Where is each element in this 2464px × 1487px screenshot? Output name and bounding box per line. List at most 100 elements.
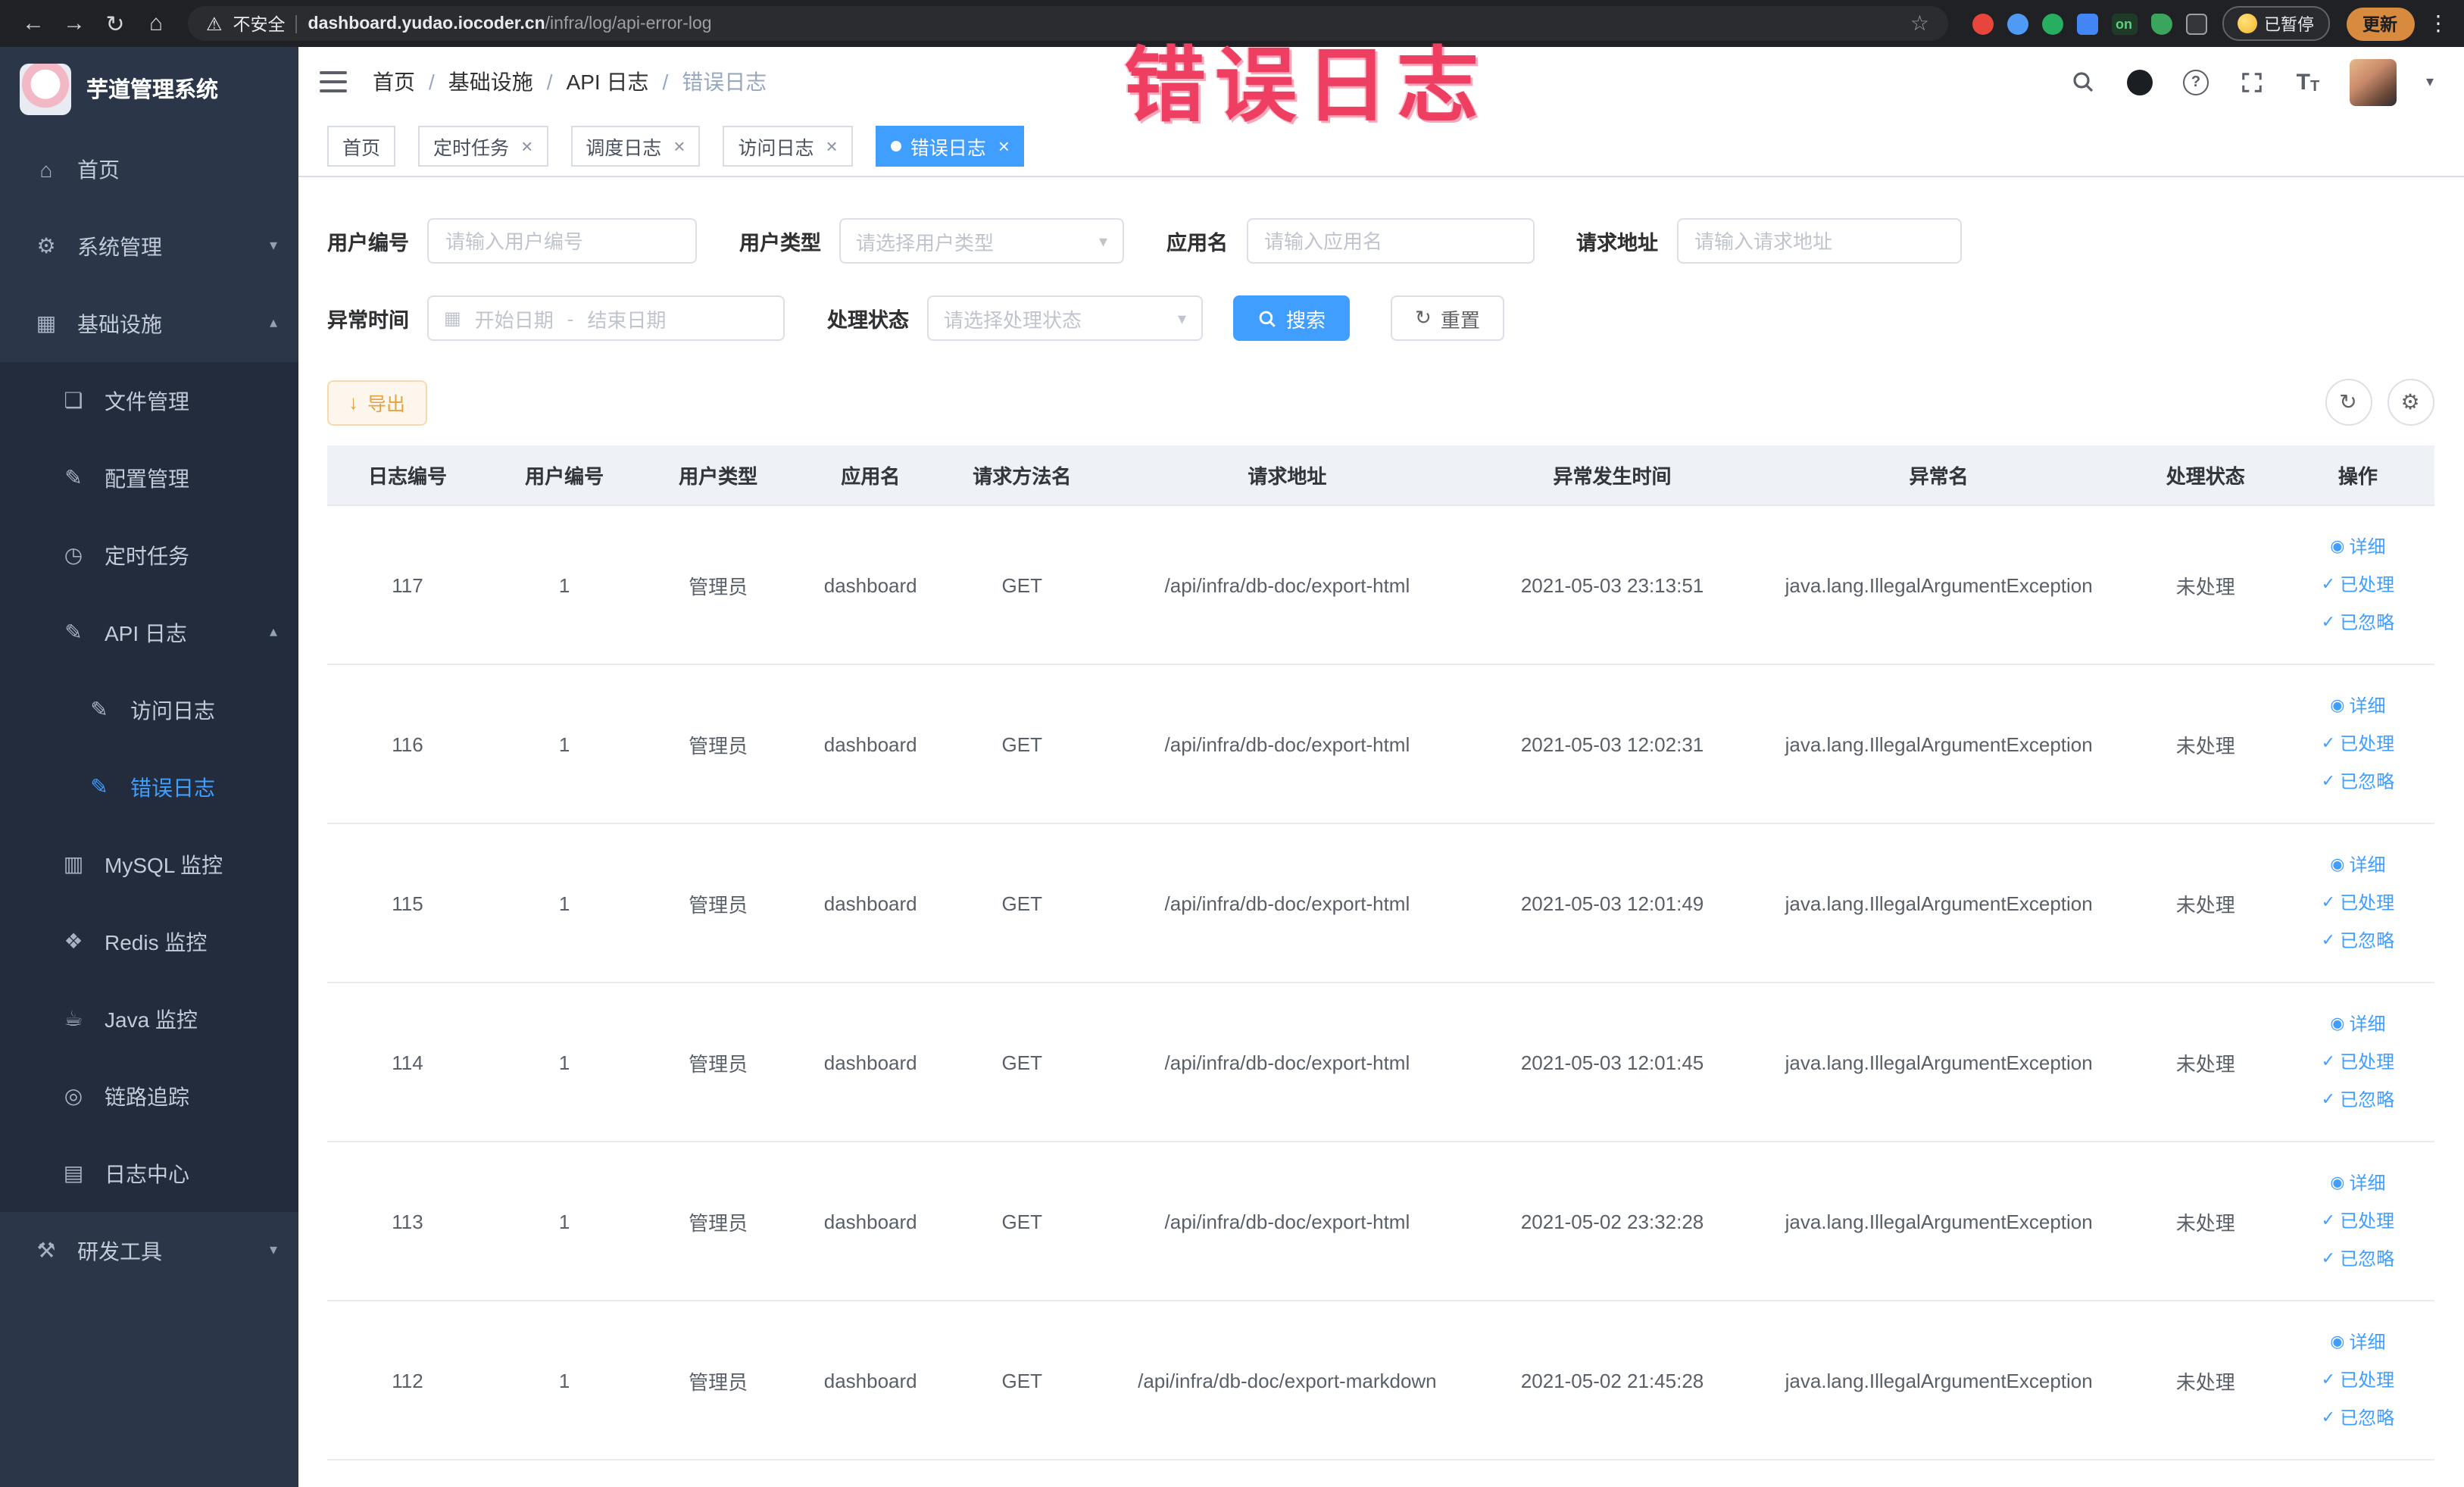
- update-button[interactable]: 更新: [2346, 7, 2414, 40]
- sidebar-item-mysql-monitor[interactable]: ▥ MySQL 监控: [0, 826, 298, 903]
- user-type-select[interactable]: 请选择用户类型 ▾: [839, 218, 1124, 264]
- row-action-detail[interactable]: ◉ 详细: [2330, 1323, 2385, 1361]
- sidebar: 芋道管理系统 ⌂ 首页 ⚙ 系统管理 ▾ ▦ 基础设施 ▴ ❏ 文件管理 ✎ 配置管理 ◷ 定时任务 ✎ AP…: [0, 47, 298, 1487]
- sidebar-item-access-log[interactable]: ✎ 访问日志: [0, 671, 298, 748]
- user-id-input[interactable]: [427, 218, 697, 264]
- row-action-mark-processed[interactable]: ✓ 已处理: [2322, 725, 2394, 763]
- breadcrumb-item[interactable]: 首页: [373, 67, 415, 97]
- row-action-mark-ignored[interactable]: ✓ 已忽略: [2322, 763, 2394, 801]
- row-action-mark-ignored[interactable]: ✓ 已忽略: [2322, 922, 2394, 960]
- sidebar-item-link-tracing[interactable]: ◎ 链路追踪: [0, 1057, 298, 1135]
- breadcrumb-separator: /: [662, 70, 669, 94]
- sidebar-item-infrastructure[interactable]: ▦ 基础设施 ▴: [0, 285, 298, 362]
- exception-time-range[interactable]: ▦ 开始日期 - 结束日期: [427, 295, 785, 341]
- sidebar-item-java-monitor[interactable]: ☕ Java 监控: [0, 980, 298, 1057]
- request-url-input[interactable]: [1676, 218, 1961, 264]
- url-domain: dashboard.yudao.iocoder.cn: [308, 14, 545, 33]
- paused-badge[interactable]: 已暂停: [2222, 6, 2329, 41]
- row-action-detail[interactable]: ◉ 详细: [2330, 1005, 2385, 1043]
- app-name-input[interactable]: [1246, 218, 1534, 264]
- tab-error-log[interactable]: 错误日志 ×: [875, 126, 1025, 167]
- tab-schedule-log[interactable]: 调度日志 ×: [570, 126, 701, 167]
- back-icon[interactable]: ←: [15, 11, 52, 36]
- security-warning-label[interactable]: 不安全: [233, 11, 286, 36]
- sidebar-item-log-center[interactable]: ▤ 日志中心: [0, 1135, 298, 1212]
- extension-blue-drop-icon[interactable]: [2006, 13, 2028, 34]
- extension-leaf-icon[interactable]: [2150, 13, 2172, 34]
- font-size-icon[interactable]: TT: [2294, 68, 2322, 95]
- row-action-detail[interactable]: ◉ 详细: [2330, 687, 2385, 725]
- extension-plug-icon[interactable]: [2185, 13, 2206, 34]
- github-icon[interactable]: [2126, 68, 2153, 95]
- cell-log_id: 115: [327, 823, 489, 983]
- menu-fold-icon[interactable]: [320, 71, 347, 92]
- start-date-placeholder: 开始日期: [474, 308, 554, 331]
- row-action-mark-processed[interactable]: ✓ 已处理: [2322, 1202, 2394, 1240]
- tab-access-log[interactable]: 访问日志 ×: [723, 126, 853, 167]
- tab-label: 定时任务: [433, 138, 510, 159]
- sidebar-item-file-management[interactable]: ❏ 文件管理: [0, 362, 298, 439]
- row-action-mark-ignored[interactable]: ✓ 已忽略: [2322, 1399, 2394, 1437]
- chevron-down-icon: ▾: [269, 1242, 277, 1259]
- tab-close-icon[interactable]: ×: [998, 135, 1010, 158]
- row-actions: ◉ 详细 ✓ 已处理 ✓ 已忽略: [2291, 687, 2425, 801]
- extension-green-icon[interactable]: [2041, 13, 2063, 34]
- tab-close-icon[interactable]: ×: [521, 135, 532, 158]
- export-button[interactable]: ↓ 导出: [327, 380, 427, 425]
- fullscreen-icon[interactable]: [2238, 68, 2266, 95]
- breadcrumb-item[interactable]: 基础设施: [448, 67, 533, 97]
- breadcrumb-item[interactable]: API 日志: [567, 67, 649, 97]
- row-action-detail[interactable]: ◉ 详细: [2330, 528, 2385, 566]
- search-button[interactable]: 搜索: [1233, 295, 1351, 341]
- row-action-detail[interactable]: ◉ 详细: [2330, 1164, 2385, 1202]
- cell-actions: ◉ 详细 ✓ 已处理 ✓ 已忽略: [2281, 664, 2434, 824]
- logo[interactable]: 芋道管理系统: [0, 47, 298, 130]
- tab-scheduled-tasks[interactable]: 定时任务 ×: [418, 126, 548, 167]
- row-action-mark-processed[interactable]: ✓ 已处理: [2322, 566, 2394, 604]
- address-bar[interactable]: ⚠ 不安全 dashboard.yudao.iocoder.cn/infra/l…: [188, 6, 1947, 41]
- row-action-mark-ignored[interactable]: ✓ 已忽略: [2322, 1240, 2394, 1278]
- search-icon[interactable]: [2070, 68, 2097, 95]
- avatar-caret-icon[interactable]: ▾: [2426, 73, 2434, 90]
- row-action-detail[interactable]: ◉ 详细: [2330, 846, 2385, 884]
- row-action-mark-processed[interactable]: ✓ 已处理: [2322, 884, 2394, 922]
- url-text[interactable]: dashboard.yudao.iocoder.cn/infra/log/api…: [308, 14, 1900, 33]
- redis-icon: ❖: [64, 929, 83, 953]
- reload-icon[interactable]: ↻: [97, 10, 133, 37]
- sidebar-item-system-management[interactable]: ⚙ 系统管理 ▾: [0, 208, 298, 285]
- tab-home[interactable]: 首页: [327, 126, 396, 167]
- refresh-button[interactable]: ↻: [2325, 379, 2372, 426]
- browser-menu-icon[interactable]: ⋮: [2428, 11, 2449, 36]
- tab-label: 错误日志: [910, 138, 986, 159]
- cell-app_name: dashboard: [795, 823, 946, 983]
- extension-blue-grid-icon[interactable]: [2076, 13, 2097, 34]
- filter-request-url: 请求地址: [1576, 218, 1961, 264]
- avatar[interactable]: [2350, 58, 2397, 105]
- sidebar-item-config-management[interactable]: ✎ 配置管理: [0, 439, 298, 517]
- extension-on-badge[interactable]: on: [2111, 13, 2137, 34]
- browser-home-icon[interactable]: ⌂: [138, 11, 174, 36]
- help-icon[interactable]: ?: [2182, 68, 2209, 95]
- column-settings-button[interactable]: ⚙: [2387, 379, 2434, 426]
- forward-icon[interactable]: →: [56, 11, 92, 36]
- extension-red-icon[interactable]: [1972, 13, 1993, 34]
- process-status-select[interactable]: 请选择处理状态 ▾: [927, 295, 1203, 341]
- main-content: 用户编号 用户类型 请选择用户类型 ▾ 应用名 请求地址: [298, 177, 2464, 1487]
- sidebar-item-error-log[interactable]: ✎ 错误日志: [0, 748, 298, 826]
- filter-process-status: 处理状态 请选择处理状态 ▾: [827, 295, 1203, 341]
- sidebar-item-dev-tools[interactable]: ⚒ 研发工具 ▾: [0, 1212, 298, 1289]
- sidebar-item-scheduled-tasks[interactable]: ◷ 定时任务: [0, 517, 298, 594]
- row-action-mark-processed[interactable]: ✓ 已处理: [2322, 1361, 2394, 1399]
- row-action-mark-ignored[interactable]: ✓ 已忽略: [2322, 1081, 2394, 1119]
- row-action-mark-processed[interactable]: ✓ 已处理: [2322, 1043, 2394, 1081]
- row-action-mark-ignored[interactable]: ✓ 已忽略: [2322, 604, 2394, 642]
- bookmark-star-icon[interactable]: ☆: [1910, 11, 1929, 36]
- tab-close-icon[interactable]: ×: [673, 135, 685, 158]
- column-header-log_id: 日志编号: [327, 445, 489, 506]
- breadcrumb-separator: /: [546, 70, 553, 94]
- sidebar-item-redis-monitor[interactable]: ❖ Redis 监控: [0, 903, 298, 980]
- sidebar-item-home[interactable]: ⌂ 首页: [0, 130, 298, 208]
- tab-close-icon[interactable]: ×: [826, 135, 838, 158]
- sidebar-item-api-log[interactable]: ✎ API 日志 ▴: [0, 594, 298, 671]
- reset-button[interactable]: ↻ 重置: [1391, 295, 1504, 341]
